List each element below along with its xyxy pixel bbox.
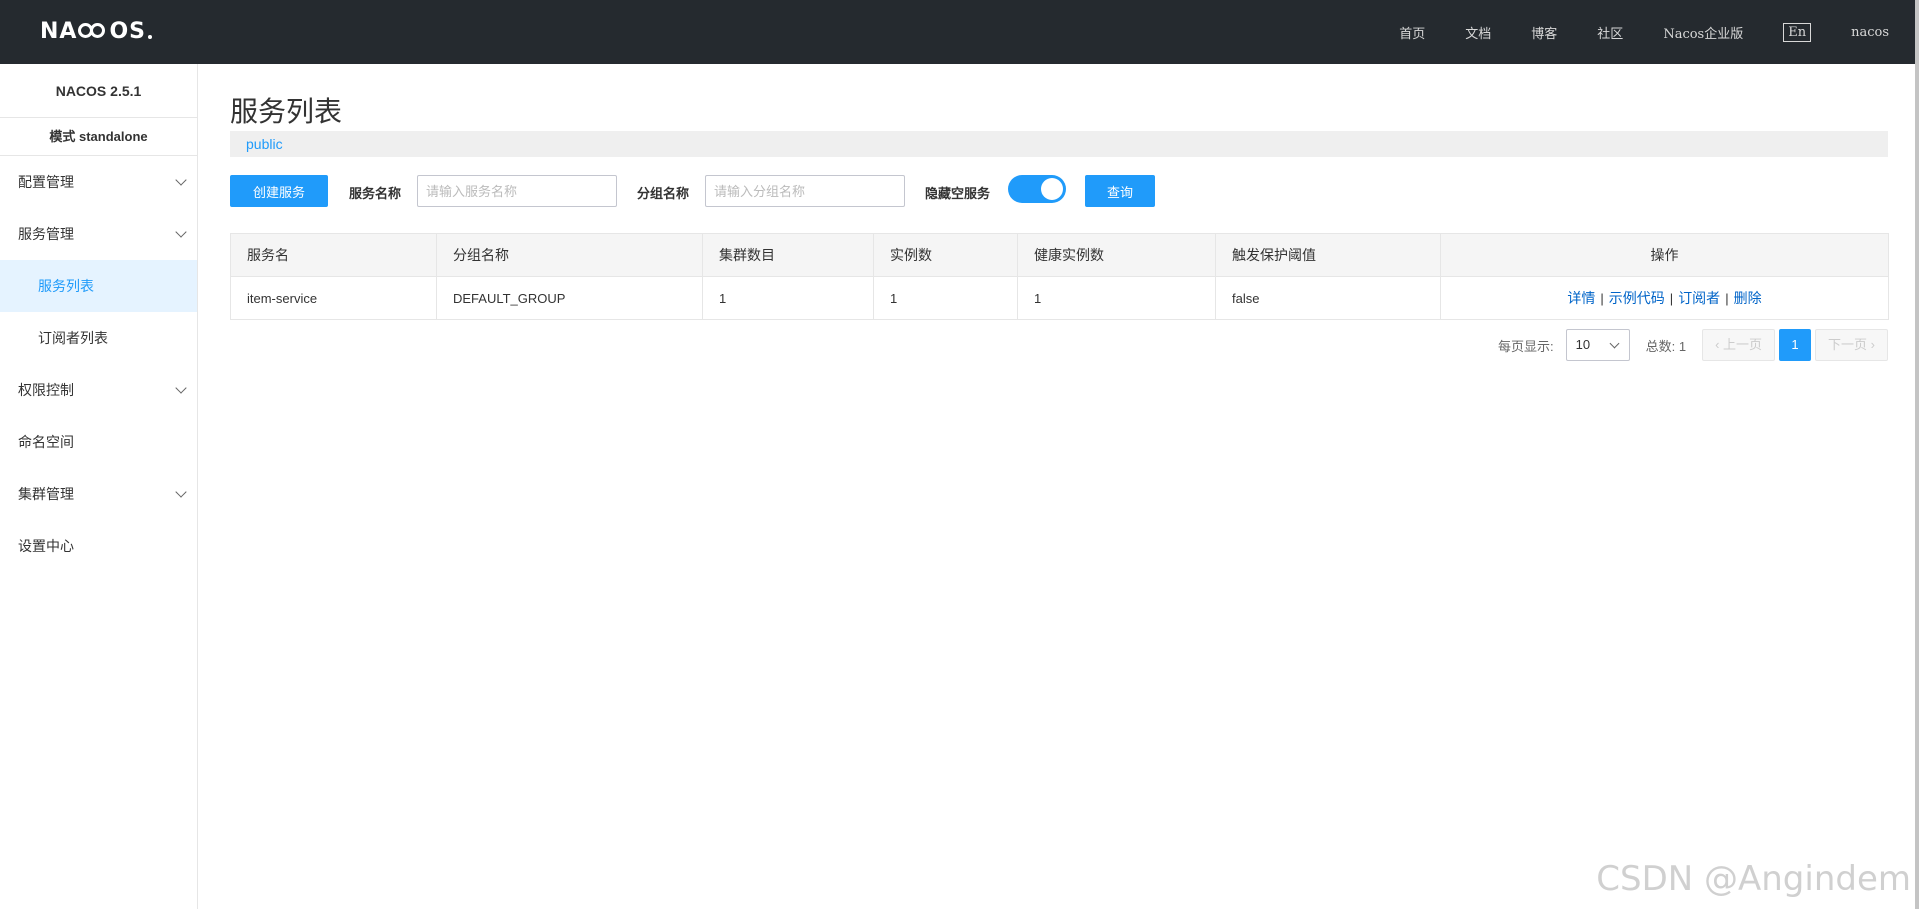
nav-community[interactable]: 社区 [1597, 23, 1623, 42]
sidebar-item-label: 集群管理 [18, 486, 74, 502]
cell-cluster-count: 1 [702, 276, 874, 320]
next-page-label: 下一页 [1828, 337, 1868, 352]
cell-service-name: item-service [230, 276, 437, 320]
sidebar-item-subscriber-list[interactable]: 订阅者列表 [0, 312, 197, 364]
sidebar-item-namespace[interactable]: 命名空间 [0, 416, 197, 468]
delete-link[interactable]: 删除 [1734, 290, 1762, 306]
chevron-left-icon: ‹ [1715, 337, 1724, 352]
sidebar-item-label: 设置中心 [18, 538, 74, 554]
sidebar-item-cluster-management[interactable]: 集群管理 [0, 468, 197, 520]
sidebar-item-access-control[interactable]: 权限控制 [0, 364, 197, 416]
sidebar-item-service-management[interactable]: 服务管理 [0, 208, 197, 260]
subscribers-link[interactable]: 订阅者 [1678, 290, 1720, 306]
next-page-button[interactable]: 下一页 › [1815, 329, 1888, 361]
search-toolbar: 创建服务 服务名称 分组名称 隐藏空服务 查询 [230, 175, 1630, 207]
sidebar: NACOS 2.5.1 模式 standalone 配置管理 服务管理 服务列表… [0, 64, 198, 909]
cell-healthy-instances: 1 [1017, 276, 1216, 320]
chevron-down-icon [175, 174, 187, 186]
namespace-public-link[interactable]: public [246, 136, 283, 152]
page-size-select[interactable]: 10 [1565, 329, 1630, 361]
nav-home[interactable]: 首页 [1399, 23, 1425, 42]
language-switch[interactable]: En [1783, 22, 1812, 42]
column-header-healthy-instances: 健康实例数 [1017, 233, 1216, 277]
column-header-service-name: 服务名 [230, 233, 437, 277]
cell-instance-count: 1 [873, 276, 1018, 320]
logo-dot-icon [148, 35, 152, 39]
service-name-input[interactable] [417, 175, 617, 207]
column-header-operations: 操作 [1440, 233, 1889, 277]
create-service-button[interactable]: 创建服务 [230, 175, 328, 207]
sidebar-item-label: 命名空间 [18, 434, 74, 450]
nav-enterprise[interactable]: Nacos企业版 [1663, 23, 1743, 42]
sidebar-item-config-management[interactable]: 配置管理 [0, 156, 197, 208]
column-header-protect-threshold: 触发保护阈值 [1215, 233, 1441, 277]
sidebar-item-label: 订阅者列表 [38, 330, 108, 346]
logo-infinity-icon [78, 22, 108, 40]
cell-group-name: DEFAULT_GROUP [436, 276, 703, 320]
table-row: item-service DEFAULT_GROUP 1 1 1 false 详… [230, 276, 1889, 320]
sidebar-item-label: 配置管理 [18, 174, 74, 190]
service-name-label: 服务名称 [349, 186, 402, 201]
group-name-label: 分组名称 [637, 186, 690, 201]
sidebar-item-label: 服务管理 [18, 226, 74, 242]
hide-empty-service-toggle[interactable] [1008, 175, 1066, 203]
logo-text-left: NA [40, 18, 78, 44]
page-size-value: 10 [1575, 337, 1591, 352]
total-count: 总数: 1 [1645, 338, 1687, 354]
user-menu[interactable]: nacos [1851, 25, 1889, 40]
prev-page-button[interactable]: ‹ 上一页 [1702, 329, 1776, 361]
chevron-down-icon [175, 382, 187, 394]
chevron-right-icon: › [1867, 337, 1875, 352]
current-page-button[interactable]: 1 [1779, 329, 1812, 361]
column-header-group-name: 分组名称 [436, 233, 703, 277]
window-scrollbar[interactable] [1915, 0, 1919, 909]
top-nav-links: 首页 文档 博客 社区 Nacos企业版 En nacos [1359, 0, 1889, 64]
separator: | [1600, 291, 1604, 306]
query-button[interactable]: 查询 [1085, 175, 1155, 207]
mode-label: 模式 standalone [0, 118, 197, 156]
page-size-label: 每页显示: [1497, 338, 1554, 354]
service-table: 服务名 分组名称 集群数目 实例数 健康实例数 触发保护阈值 操作 item-s… [230, 233, 1889, 320]
top-navbar: NA OS 首页 文档 博客 社区 Nacos企业版 En nacos [0, 0, 1919, 64]
csdn-watermark: CSDN @Angindem [1596, 859, 1911, 899]
sample-code-link[interactable]: 示例代码 [1609, 290, 1665, 306]
separator: | [1669, 291, 1674, 306]
sidebar-item-label: 服务列表 [38, 278, 94, 294]
page-title: 服务列表 [230, 96, 343, 127]
column-header-instance-count: 实例数 [873, 233, 1018, 277]
logo-text-right: OS [109, 18, 146, 44]
pagination: 每页显示: 10 总数: 1 ‹ 上一页 1 下一页 › [1498, 329, 1888, 361]
group-name-input[interactable] [705, 175, 905, 207]
nav-docs[interactable]: 文档 [1465, 23, 1491, 42]
nav-blog[interactable]: 博客 [1531, 23, 1557, 42]
version-label: NACOS 2.5.1 [0, 64, 197, 118]
namespace-bar: public [230, 131, 1888, 157]
column-header-cluster-count: 集群数目 [702, 233, 874, 277]
separator: | [1725, 291, 1729, 306]
cell-protect-threshold: false [1215, 276, 1441, 320]
cell-operations: 详情 | 示例代码 | 订阅者 | 删除 [1440, 276, 1889, 320]
chevron-down-icon [175, 486, 187, 498]
sidebar-item-label: 权限控制 [18, 382, 74, 398]
chevron-down-icon [175, 226, 187, 238]
chevron-down-icon [1609, 338, 1620, 349]
nacos-logo[interactable]: NA OS [40, 18, 152, 44]
sidebar-item-service-list[interactable]: 服务列表 [0, 260, 197, 312]
toggle-knob [1041, 178, 1063, 200]
prev-page-label: 上一页 [1723, 337, 1763, 352]
table-header-row: 服务名 分组名称 集群数目 实例数 健康实例数 触发保护阈值 操作 [230, 233, 1889, 277]
sidebar-item-settings-center[interactable]: 设置中心 [0, 520, 197, 572]
details-link[interactable]: 详情 [1567, 290, 1595, 306]
hide-empty-service-label: 隐藏空服务 [925, 186, 991, 201]
